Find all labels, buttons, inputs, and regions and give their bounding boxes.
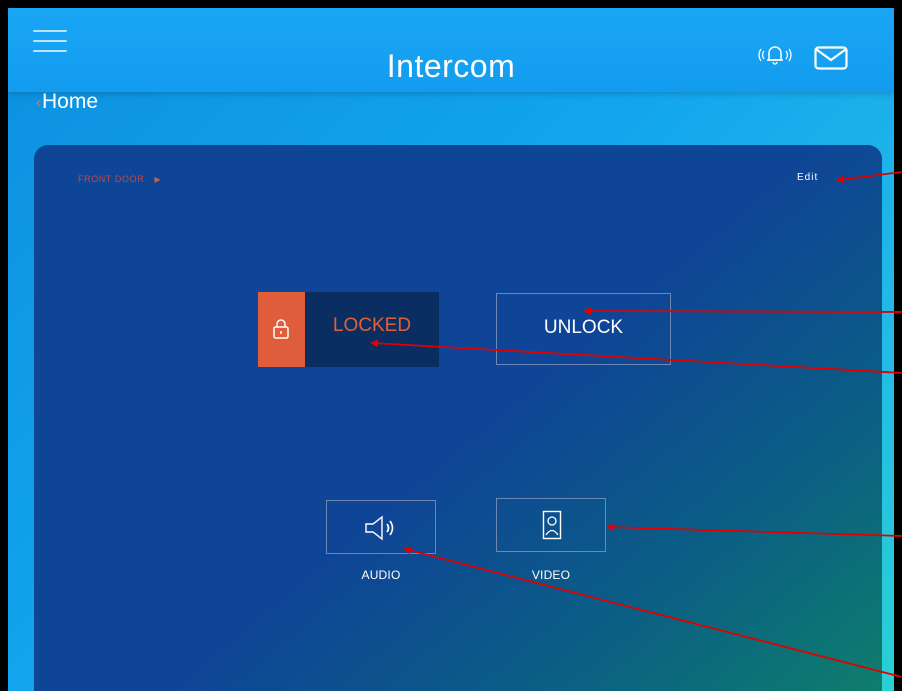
- edit-button[interactable]: Edit: [797, 172, 818, 183]
- video-button[interactable]: [496, 498, 606, 552]
- video-contact-icon: [542, 510, 562, 540]
- app-screen: Intercom ‹Home FRONT DOOR ▶ Edit LOCKED …: [8, 8, 894, 691]
- audio-button[interactable]: [326, 500, 436, 554]
- lock-status-indicator: LOCKED: [258, 292, 439, 367]
- bell-icon[interactable]: [755, 42, 795, 71]
- door-selector[interactable]: FRONT DOOR ▶: [78, 174, 161, 184]
- back-label: Home: [42, 90, 99, 113]
- video-label: VIDEO: [531, 568, 571, 582]
- header-bar: Intercom: [8, 8, 894, 92]
- back-home-link[interactable]: ‹Home: [36, 90, 98, 114]
- speaker-icon: [365, 515, 394, 541]
- chevron-right-icon: ▶: [154, 175, 162, 184]
- unlock-button[interactable]: UNLOCK: [496, 293, 671, 365]
- mail-icon[interactable]: [814, 46, 848, 75]
- door-name: FRONT DOOR: [78, 174, 145, 184]
- lock-icon: [258, 292, 305, 367]
- chevron-left-icon: ‹: [36, 94, 41, 111]
- locked-status-label: LOCKED: [332, 315, 412, 336]
- audio-label: AUDIO: [361, 568, 401, 582]
- intercom-panel: FRONT DOOR ▶ Edit LOCKED UNLOCK AUDIO VI…: [34, 145, 882, 691]
